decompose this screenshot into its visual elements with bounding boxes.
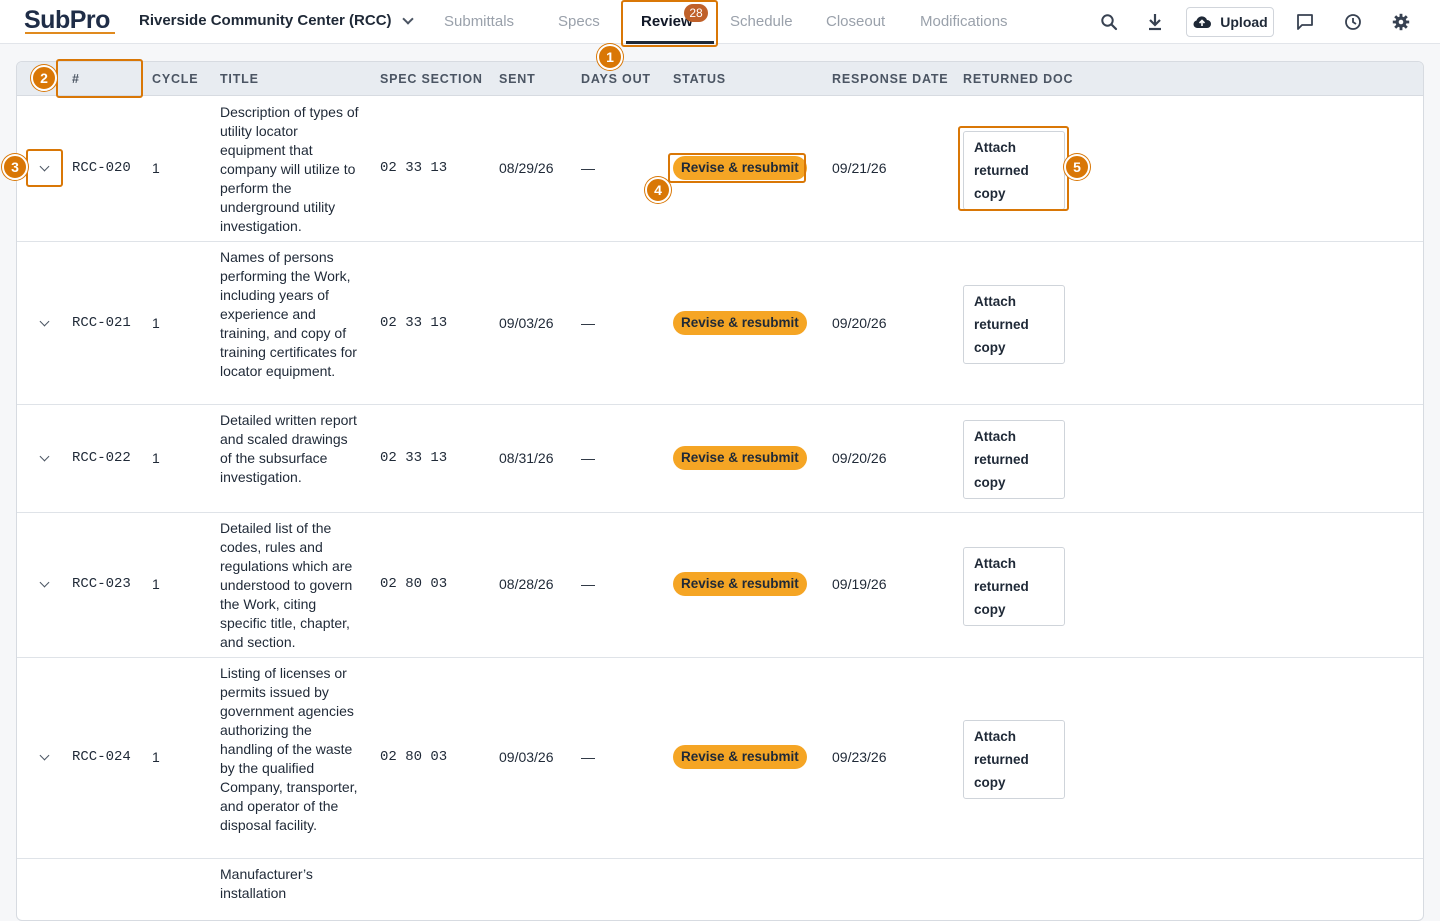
- table-row[interactable]: RCC-022 1 Detailed written report and sc…: [17, 405, 1423, 513]
- row-expand-chevron-icon[interactable]: [37, 577, 51, 591]
- row-title: Names of persons performing the Work, in…: [220, 249, 357, 379]
- column-header-response-date[interactable]: Response Date: [832, 72, 948, 86]
- attach-returned-copy-button[interactable]: Attach returned copy: [963, 720, 1065, 799]
- column-header-title[interactable]: Title: [220, 72, 259, 86]
- tab-submittals[interactable]: Submittals: [444, 13, 514, 30]
- row-id[interactable]: RCC-022: [72, 450, 131, 466]
- table-header: # Cycle Title Spec Section Sent Days Out…: [17, 62, 1423, 96]
- row-expand-chevron-icon[interactable]: [37, 750, 51, 764]
- top-bar: SubPro Riverside Community Center (RCC) …: [0, 0, 1440, 44]
- row-days-out: —: [581, 315, 595, 331]
- attach-returned-copy-button[interactable]: Attach returned copy: [963, 131, 1065, 210]
- row-id[interactable]: RCC-023: [72, 576, 131, 592]
- row-spec-section: 02 80 03: [380, 576, 448, 592]
- gear-icon[interactable]: [1389, 10, 1413, 34]
- row-id[interactable]: RCC-020: [72, 160, 131, 176]
- status-badge[interactable]: Revise & resubmit: [673, 156, 807, 180]
- column-header-number[interactable]: #: [72, 72, 80, 86]
- row-expand-chevron-icon[interactable]: [37, 316, 51, 330]
- row-sent-date: 09/03/26: [499, 315, 554, 331]
- row-sent-date: 09/03/26: [499, 749, 554, 765]
- callout-marker: 4: [645, 177, 671, 203]
- review-count-badge: 28: [684, 4, 708, 22]
- chevron-down-icon: [401, 12, 414, 25]
- row-days-out: —: [581, 749, 595, 765]
- history-clock-icon[interactable]: [1341, 10, 1365, 34]
- row-days-out: —: [581, 450, 595, 466]
- row-expand-chevron-icon[interactable]: [37, 161, 51, 175]
- active-tab-indicator: [626, 41, 714, 44]
- status-badge[interactable]: Revise & resubmit: [673, 572, 807, 596]
- column-header-sent[interactable]: Sent: [499, 72, 536, 86]
- logo-accent: [25, 32, 115, 34]
- row-title: Detailed list of the codes, rules and re…: [220, 520, 353, 650]
- row-expand-chevron-icon[interactable]: [37, 451, 51, 465]
- row-spec-section: 02 80 03: [380, 749, 448, 765]
- column-header-status[interactable]: Status: [673, 72, 726, 86]
- row-cycle: 1: [152, 315, 160, 331]
- row-days-out: —: [581, 160, 595, 176]
- attach-returned-copy-button[interactable]: Attach returned copy: [963, 285, 1065, 364]
- cloud-upload-icon: [1193, 16, 1212, 28]
- attach-returned-copy-button[interactable]: Attach returned copy: [963, 420, 1065, 499]
- row-days-out: —: [581, 576, 595, 592]
- row-cycle: 1: [152, 450, 160, 466]
- download-icon[interactable]: [1143, 10, 1167, 34]
- table-row[interactable]: Manufacturer’s installation: [17, 859, 1423, 920]
- row-id[interactable]: RCC-024: [72, 749, 131, 765]
- column-header-returned-doc[interactable]: Returned Doc: [963, 72, 1073, 86]
- attach-returned-copy-button[interactable]: Attach returned copy: [963, 547, 1065, 626]
- tab-specs[interactable]: Specs: [558, 13, 600, 30]
- row-spec-section: 02 33 13: [380, 315, 448, 331]
- project-selector[interactable]: Riverside Community Center (RCC): [139, 12, 414, 29]
- column-header-days-out[interactable]: Days Out: [581, 72, 651, 86]
- table-row[interactable]: RCC-023 1 Detailed list of the codes, ru…: [17, 513, 1423, 658]
- app-logo[interactable]: SubPro: [24, 6, 110, 35]
- callout-marker: 5: [1064, 154, 1090, 180]
- row-cycle: 1: [152, 749, 160, 765]
- row-response-date: 09/23/26: [832, 749, 887, 765]
- row-response-date: 09/21/26: [832, 160, 887, 176]
- tab-schedule[interactable]: Schedule: [730, 13, 793, 30]
- upload-button[interactable]: Upload: [1186, 7, 1274, 37]
- table-row[interactable]: RCC-021 1 Names of persons performing th…: [17, 242, 1423, 405]
- status-badge[interactable]: Revise & resubmit: [673, 446, 807, 470]
- table-row[interactable]: RCC-024 1 Listing of licenses or permits…: [17, 658, 1423, 859]
- comment-icon[interactable]: [1293, 10, 1317, 34]
- row-sent-date: 08/29/26: [499, 160, 554, 176]
- tab-closeout[interactable]: Closeout: [826, 13, 885, 30]
- row-title: Manufacturer’s installation: [220, 866, 313, 901]
- row-title: Listing of licenses or permits issued by…: [220, 665, 358, 833]
- row-title: Description of types of utility locator …: [220, 104, 359, 234]
- row-sent-date: 08/28/26: [499, 576, 554, 592]
- row-id[interactable]: RCC-021: [72, 315, 131, 331]
- row-response-date: 09/20/26: [832, 315, 887, 331]
- column-header-cycle[interactable]: Cycle: [152, 72, 198, 86]
- row-response-date: 09/19/26: [832, 576, 887, 592]
- submittals-table: # Cycle Title Spec Section Sent Days Out…: [16, 61, 1424, 921]
- row-cycle: 1: [152, 160, 160, 176]
- row-cycle: 1: [152, 576, 160, 592]
- row-response-date: 09/20/26: [832, 450, 887, 466]
- table-row[interactable]: RCC-020 1 Description of types of utilit…: [17, 97, 1423, 242]
- callout-marker: 2: [31, 65, 57, 91]
- callout-marker: 1: [597, 44, 623, 70]
- column-header-spec-section[interactable]: Spec Section: [380, 72, 483, 86]
- upload-label: Upload: [1220, 14, 1268, 30]
- project-name: Riverside Community Center (RCC): [139, 12, 392, 29]
- tab-modifications[interactable]: Modifications: [920, 13, 1008, 30]
- row-spec-section: 02 33 13: [380, 160, 448, 176]
- row-sent-date: 08/31/26: [499, 450, 554, 466]
- row-title: Detailed written report and scaled drawi…: [220, 412, 357, 485]
- status-badge[interactable]: Revise & resubmit: [673, 311, 807, 335]
- search-icon[interactable]: [1097, 10, 1121, 34]
- row-spec-section: 02 33 13: [380, 450, 448, 466]
- callout-marker: 3: [2, 154, 28, 180]
- status-badge[interactable]: Revise & resubmit: [673, 745, 807, 769]
